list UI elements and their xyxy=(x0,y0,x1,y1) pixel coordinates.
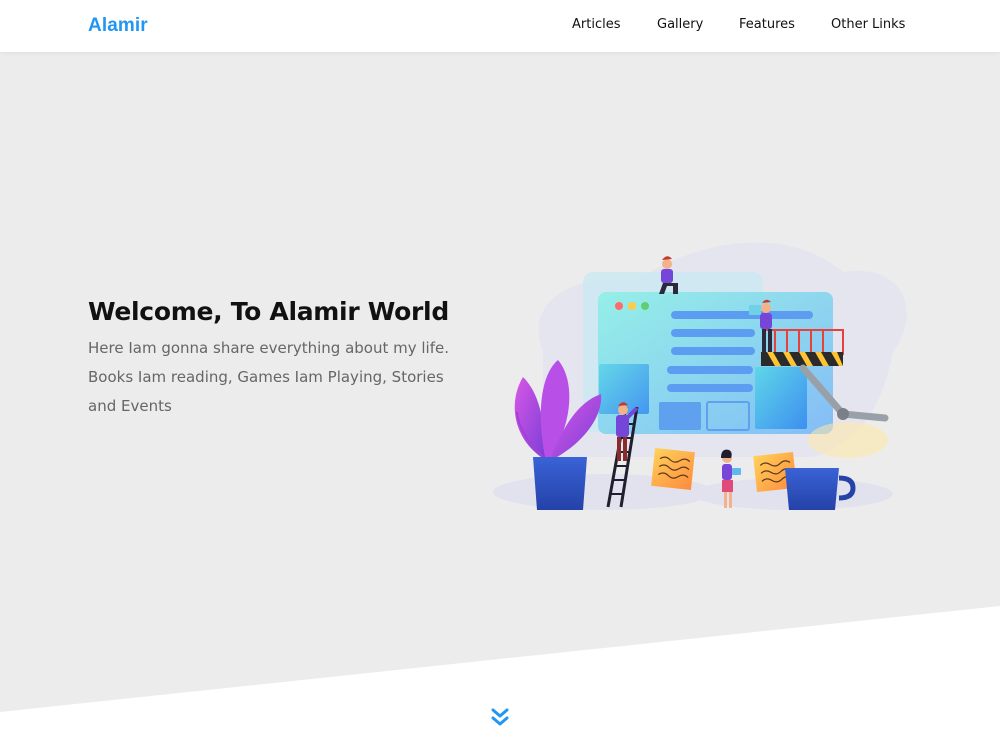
landing-section: Welcome, To Alamir World Here Iam gonna … xyxy=(0,52,1000,750)
nav-link-features[interactable]: Features xyxy=(739,17,795,32)
site-header: Alamir Articles Gallery Features Other L… xyxy=(0,0,1000,52)
double-chevron-down-icon[interactable] xyxy=(491,708,509,728)
nav-link-gallery[interactable]: Gallery xyxy=(657,17,703,32)
slanted-divider xyxy=(0,606,1000,750)
nav-link-articles[interactable]: Articles xyxy=(572,17,620,32)
nav-link-other-links[interactable]: Other Links xyxy=(831,17,905,32)
logo[interactable]: Alamir xyxy=(88,15,148,37)
